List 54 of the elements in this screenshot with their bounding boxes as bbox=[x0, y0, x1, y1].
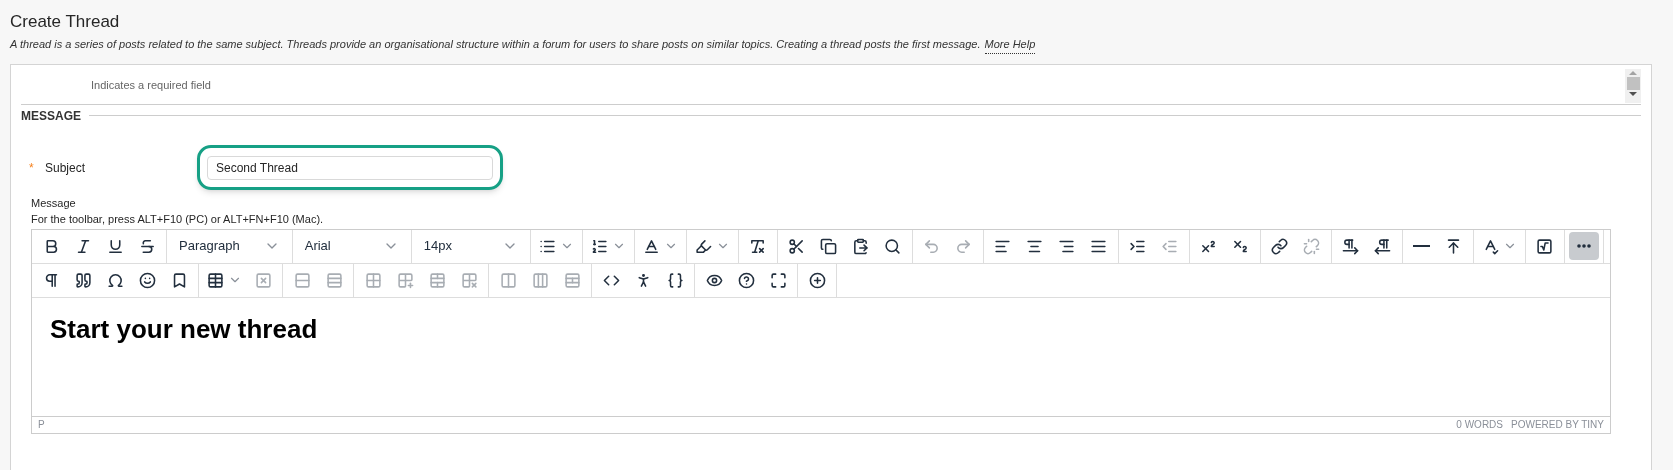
subject-label: Subject bbox=[45, 159, 87, 177]
row-after-icon bbox=[325, 271, 343, 289]
text-color-icon bbox=[642, 237, 660, 255]
plus-circle-icon bbox=[808, 271, 826, 289]
required-note: Indicates a required field bbox=[90, 77, 211, 93]
redo-icon bbox=[955, 237, 973, 255]
page-title: Create Thread bbox=[10, 11, 121, 33]
insert-row-icon bbox=[396, 271, 414, 289]
omega-icon bbox=[106, 271, 124, 289]
scissors-icon bbox=[788, 237, 806, 255]
numbered-list-icon bbox=[590, 237, 608, 255]
table-icon bbox=[207, 271, 224, 289]
delete-row-icon bbox=[460, 271, 478, 289]
toolbar-hint: For the toolbar, press ALT+F10 (PC) or ALT+FN+F10 (Mac). bbox=[31, 211, 325, 227]
square-root-icon bbox=[1536, 237, 1554, 255]
more-help-link[interactable]: More Help bbox=[984, 36, 1036, 54]
cell-icon bbox=[364, 271, 382, 289]
editor-heading: Start your new thread bbox=[50, 312, 319, 346]
format-select[interactable]: Paragraph bbox=[171, 233, 288, 259]
strikethrough-icon bbox=[138, 237, 156, 255]
right-to-left-icon bbox=[1374, 237, 1392, 255]
link-icon bbox=[1271, 237, 1289, 255]
format-select[interactable]: 14px bbox=[415, 233, 526, 259]
word-count[interactable]: 0 WORDS bbox=[1456, 417, 1503, 432]
message-label: Message bbox=[31, 195, 77, 211]
search-icon bbox=[884, 237, 902, 255]
undo-icon bbox=[923, 237, 941, 255]
paste-icon bbox=[852, 237, 870, 255]
required-marker: * bbox=[28, 159, 35, 177]
horizontal-line-icon bbox=[1413, 245, 1431, 247]
smiley-icon bbox=[138, 271, 156, 289]
page-description: A thread is a series of posts related to the same subject. Threads provide an organisational structure within a forum for users to share posts on similar topics. Creating a thread posts the first message. bbox=[10, 37, 981, 52]
quote-icon bbox=[74, 271, 92, 289]
scrollbar[interactable] bbox=[1625, 68, 1641, 103]
delete-table-icon bbox=[254, 271, 272, 289]
format-select[interactable]: Arial bbox=[296, 233, 407, 259]
column-before-icon bbox=[499, 271, 517, 289]
split-cells-icon bbox=[563, 271, 581, 289]
left-to-right-icon bbox=[1342, 237, 1360, 255]
merge-cells-icon bbox=[428, 271, 446, 289]
help-icon bbox=[737, 271, 755, 289]
highlighter-icon bbox=[694, 237, 712, 255]
column-after-icon bbox=[531, 271, 549, 289]
braces-icon bbox=[666, 271, 684, 289]
fullscreen-icon bbox=[769, 271, 787, 289]
more-icon bbox=[1576, 244, 1591, 248]
row-before-icon bbox=[293, 271, 311, 289]
element-path: P bbox=[38, 418, 45, 432]
section-heading: MESSAGE bbox=[21, 107, 81, 125]
copy-icon bbox=[820, 237, 838, 255]
underline-icon bbox=[106, 237, 124, 255]
unlink-icon bbox=[1303, 237, 1321, 255]
subject-field[interactable]: Second Thread bbox=[207, 156, 493, 180]
clear-formatting-icon bbox=[749, 237, 767, 255]
